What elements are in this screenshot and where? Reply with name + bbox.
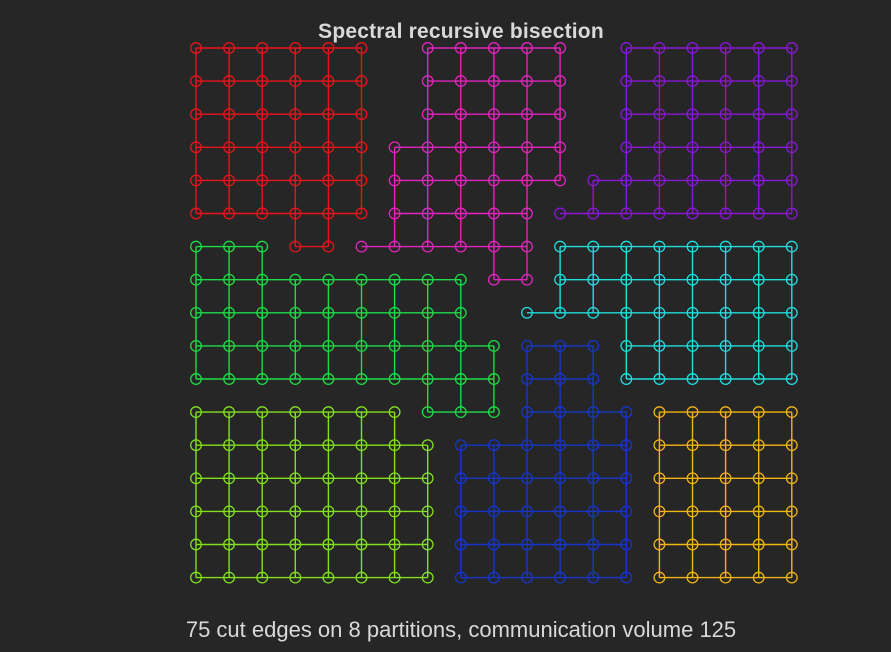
- chart-caption: 75 cut edges on 8 partitions, communicat…: [185, 617, 737, 642]
- partition-graph-plot: [190, 42, 798, 584]
- edges-layer: [195, 47, 793, 579]
